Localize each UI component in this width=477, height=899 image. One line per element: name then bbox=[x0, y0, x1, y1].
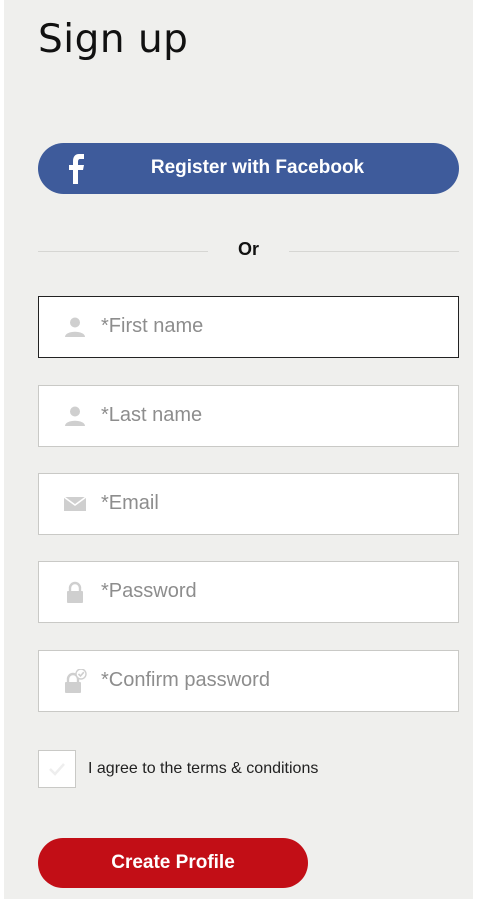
user-icon bbox=[65, 406, 85, 426]
or-divider-text: Or bbox=[237, 239, 259, 259]
password-field[interactable] bbox=[38, 561, 459, 623]
email-field[interactable] bbox=[38, 473, 459, 535]
lock-check-icon bbox=[65, 669, 87, 693]
first-name-field[interactable] bbox=[38, 296, 459, 358]
email-input[interactable] bbox=[101, 474, 441, 532]
lock-icon bbox=[67, 581, 83, 603]
facebook-button-label: Register with Facebook bbox=[150, 157, 365, 178]
confirm-password-field[interactable] bbox=[38, 650, 459, 712]
first-name-input[interactable] bbox=[101, 297, 441, 355]
last-name-input[interactable] bbox=[101, 386, 441, 444]
divider-line-left bbox=[38, 251, 208, 252]
create-profile-button[interactable]: Create Profile bbox=[38, 838, 308, 888]
divider-line-right bbox=[289, 251, 459, 252]
page-title: Sign up bbox=[38, 17, 189, 62]
terms-checkbox[interactable] bbox=[38, 750, 76, 788]
user-icon bbox=[65, 317, 85, 337]
signup-panel: Sign up Register with Facebook Or *First… bbox=[4, 0, 473, 899]
envelope-icon bbox=[63, 496, 87, 511]
password-input[interactable] bbox=[101, 562, 441, 620]
terms-label: I agree to the terms & conditions bbox=[88, 760, 319, 777]
confirm-password-input[interactable] bbox=[101, 651, 441, 709]
checkmark-icon bbox=[49, 763, 65, 776]
last-name-field[interactable] bbox=[38, 385, 459, 447]
register-with-facebook-button[interactable]: Register with Facebook bbox=[38, 143, 459, 194]
